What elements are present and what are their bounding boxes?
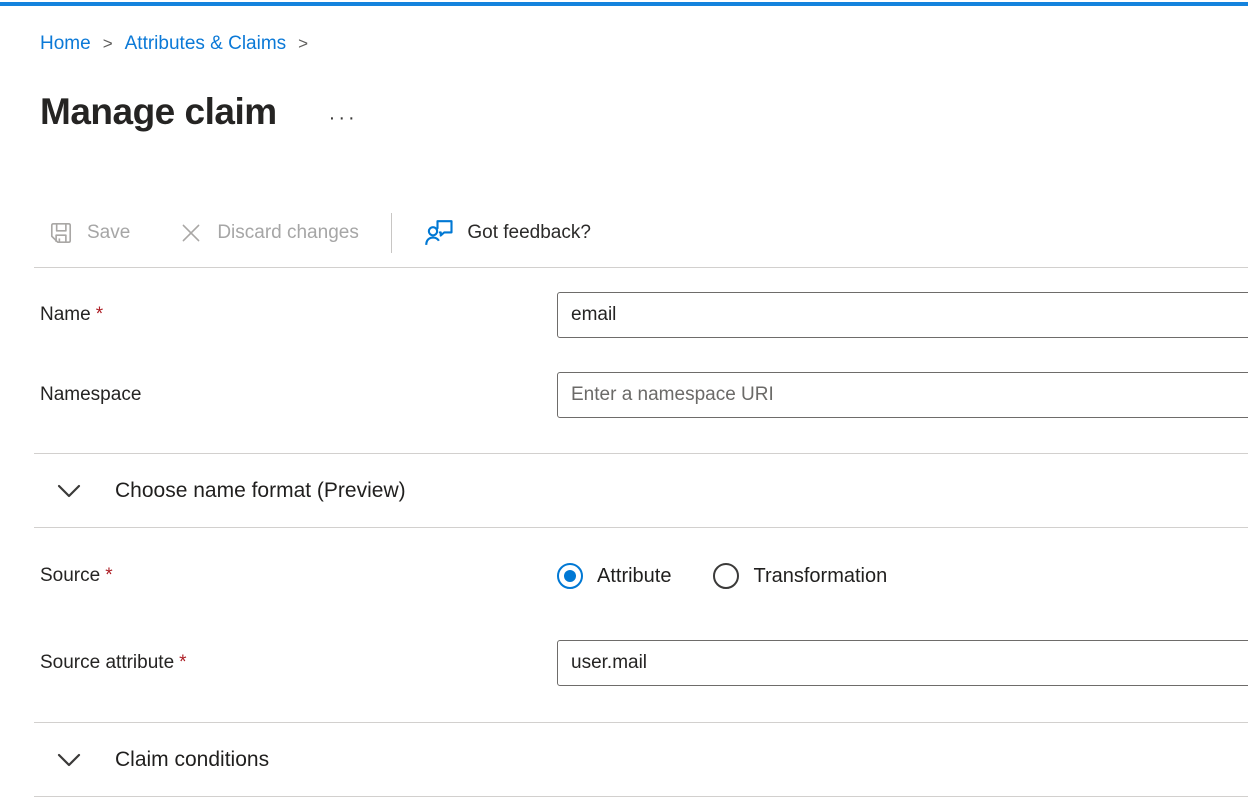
section-choose-name-format[interactable]: Choose name format (Preview) — [34, 454, 1248, 528]
radio-option-transformation[interactable]: Transformation — [713, 563, 887, 589]
required-asterisk: * — [96, 304, 103, 325]
radio-unselected-icon[interactable] — [713, 563, 739, 589]
namespace-field-label: Namespace — [40, 384, 557, 406]
feedback-person-icon — [424, 218, 454, 248]
got-feedback-label: Got feedback? — [467, 222, 591, 244]
title-row: Manage claim ··· — [40, 88, 1248, 136]
discard-changes-button[interactable]: Discard changes — [178, 220, 359, 246]
label-text: Source attribute — [40, 652, 174, 673]
chevron-down-icon — [57, 483, 81, 499]
label-text: Namespace — [40, 384, 141, 405]
top-accent-bar — [0, 2, 1248, 6]
breadcrumb: Home > Attributes & Claims > — [40, 30, 1248, 58]
radio-option-attribute[interactable]: Attribute — [557, 563, 671, 589]
ellipsis-icon[interactable]: ··· — [329, 107, 358, 130]
radio-label: Attribute — [597, 565, 671, 588]
breadcrumb-link-home[interactable]: Home — [40, 30, 91, 58]
source-attribute-field-label: Source attribute* — [40, 652, 557, 674]
save-button[interactable]: Save — [48, 220, 130, 246]
name-input[interactable] — [557, 292, 1248, 338]
required-asterisk: * — [179, 652, 186, 673]
chevron-down-icon — [57, 752, 81, 768]
source-field-label: Source* — [40, 565, 557, 587]
radio-label: Transformation — [753, 565, 887, 588]
source-attribute-field-row: Source attribute* — [40, 640, 1248, 686]
divider — [34, 267, 1248, 268]
namespace-input[interactable] — [557, 372, 1248, 418]
name-field-label: Name* — [40, 304, 557, 326]
radio-selected-icon[interactable] — [557, 563, 583, 589]
page-title: Manage claim — [40, 91, 277, 133]
section-label: Choose name format (Preview) — [115, 479, 406, 503]
section-claim-conditions[interactable]: Claim conditions — [34, 723, 1248, 797]
got-feedback-button[interactable]: Got feedback? — [424, 218, 591, 248]
save-icon — [48, 220, 74, 246]
label-text: Name — [40, 304, 91, 325]
chevron-right-icon: > — [103, 30, 113, 58]
namespace-field-row: Namespace — [40, 372, 1248, 418]
close-icon — [178, 220, 204, 246]
name-field-row: Name* — [40, 292, 1248, 338]
save-button-label: Save — [87, 222, 130, 244]
breadcrumb-link-attributes-claims[interactable]: Attributes & Claims — [125, 30, 287, 58]
command-toolbar: Save Discard changes Got feedback? — [40, 212, 1248, 254]
source-attribute-input[interactable] — [557, 640, 1248, 686]
required-asterisk: * — [105, 565, 112, 586]
discard-changes-label: Discard changes — [217, 222, 359, 244]
source-radio-group: Attribute Transformation — [557, 563, 887, 589]
source-field-row: Source* Attribute Transformation — [40, 554, 1248, 598]
chevron-right-icon: > — [298, 30, 308, 58]
section-label: Claim conditions — [115, 748, 269, 772]
toolbar-divider — [391, 213, 393, 253]
label-text: Source — [40, 565, 100, 586]
